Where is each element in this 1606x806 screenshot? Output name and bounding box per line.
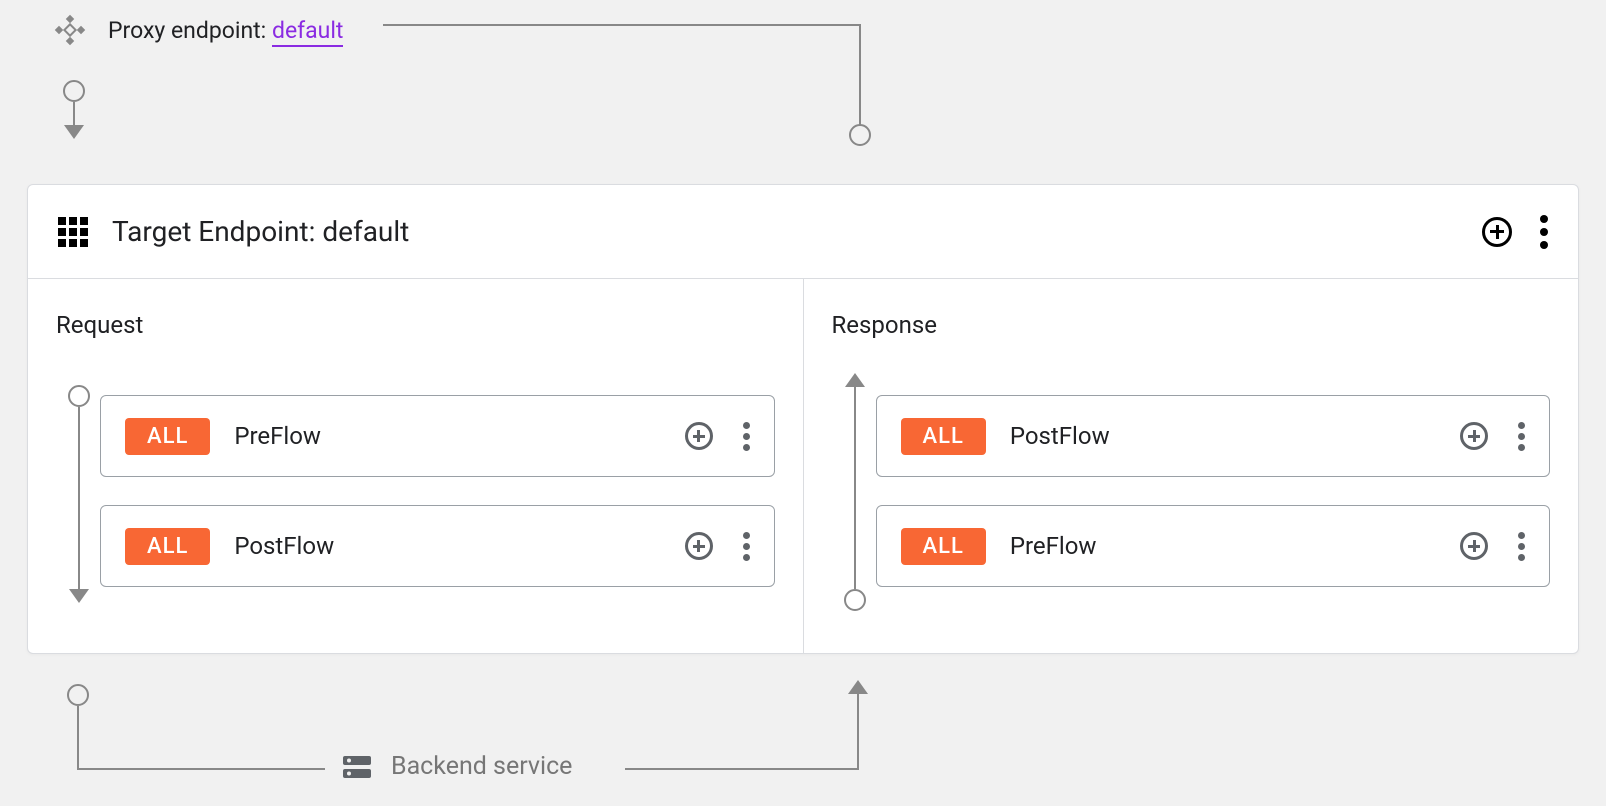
proxy-endpoint-row: Proxy endpoint: default xyxy=(54,10,343,50)
target-endpoint-card: Target Endpoint: default Request ALL PreF… xyxy=(27,184,1579,654)
connector-line xyxy=(383,24,861,26)
flow-more-menu[interactable] xyxy=(1518,422,1525,451)
request-column: Request ALL PreFlow ALL PostFlow xyxy=(28,279,803,653)
backend-service-connector: Backend service xyxy=(23,680,1583,790)
more-menu-button[interactable] xyxy=(1540,215,1548,249)
connector-node xyxy=(849,124,871,146)
backend-service-icon xyxy=(343,756,371,778)
target-endpoint-title: Target Endpoint: default xyxy=(112,215,1482,248)
request-title: Request xyxy=(56,311,775,339)
flow-more-menu[interactable] xyxy=(743,422,750,451)
connector-line xyxy=(77,706,79,768)
flow-badge: ALL xyxy=(125,418,210,455)
connector-line xyxy=(859,24,861,129)
flow-row[interactable]: ALL PreFlow xyxy=(100,395,775,477)
add-step-button[interactable] xyxy=(1460,532,1488,560)
add-step-button[interactable] xyxy=(685,422,713,450)
flow-badge: ALL xyxy=(901,418,986,455)
flow-badge: ALL xyxy=(125,528,210,565)
flow-row[interactable]: ALL PostFlow xyxy=(876,395,1551,477)
proxy-endpoint-label: Proxy endpoint: default xyxy=(108,17,343,44)
target-endpoint-header: Target Endpoint: default xyxy=(28,185,1578,279)
connector-line xyxy=(77,768,325,770)
connector-node xyxy=(67,684,89,706)
response-title: Response xyxy=(832,311,1551,339)
flow-badge: ALL xyxy=(901,528,986,565)
proxy-endpoint-icon xyxy=(54,14,86,46)
flow-row[interactable]: ALL PostFlow xyxy=(100,505,775,587)
flow-more-menu[interactable] xyxy=(1518,532,1525,561)
proxy-endpoint-link[interactable]: default xyxy=(272,17,343,47)
flow-name: PreFlow xyxy=(234,422,660,450)
flow-name: PreFlow xyxy=(1010,532,1436,560)
flow-more-menu[interactable] xyxy=(743,532,750,561)
connector-arrowhead xyxy=(848,680,868,694)
add-step-button[interactable] xyxy=(685,532,713,560)
connector-line xyxy=(857,692,859,770)
connector-line xyxy=(625,768,859,770)
flow-row[interactable]: ALL PreFlow xyxy=(876,505,1551,587)
add-button[interactable] xyxy=(1482,217,1512,247)
apps-grid-icon xyxy=(58,217,88,247)
backend-service-label: Backend service xyxy=(391,752,572,781)
flow-name: PostFlow xyxy=(234,532,660,560)
flow-name: PostFlow xyxy=(1010,422,1436,450)
response-column: Response ALL PostFlow ALL PreFlow xyxy=(803,279,1579,653)
add-step-button[interactable] xyxy=(1460,422,1488,450)
